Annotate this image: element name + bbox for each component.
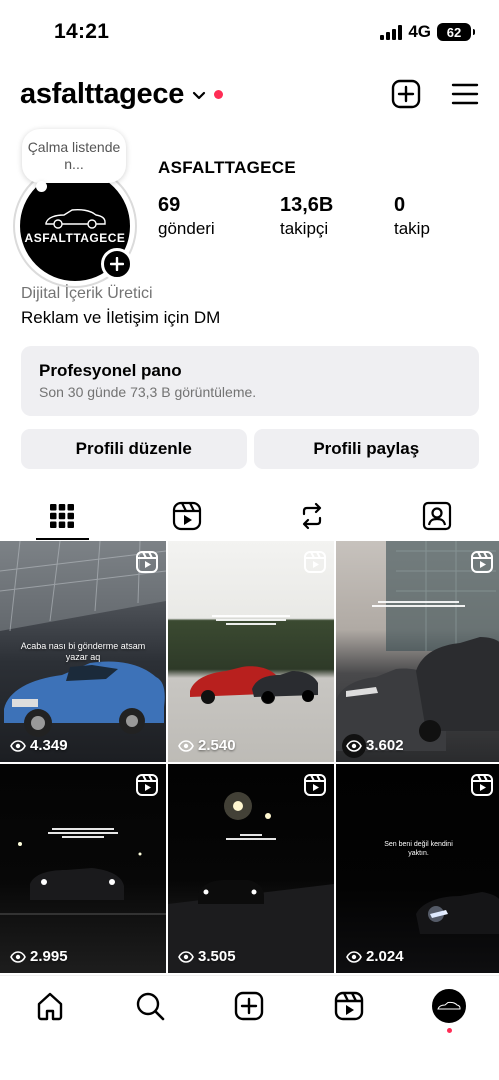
followers-count: 13,6B — [280, 194, 334, 216]
post-views: 2.540 — [178, 737, 236, 754]
professional-dashboard[interactable]: Profesyonel pano Son 30 günde 73,3 B gör… — [21, 346, 479, 416]
car-logo-icon — [45, 208, 106, 229]
bottom-nav — [0, 975, 499, 1035]
battery-level: 62 — [446, 24, 462, 40]
grid-icon — [50, 504, 75, 528]
views-count: 3.505 — [198, 948, 236, 965]
dashboard-subtitle: Son 30 günde 73,3 B görüntüleme. — [39, 384, 257, 400]
tab-reposts[interactable] — [250, 492, 375, 540]
post-views: 3.505 — [178, 948, 236, 965]
tab-tagged[interactable] — [374, 492, 499, 540]
post-overlay-text: Acaba nası bi gönderme atsam yazar aq — [20, 641, 146, 662]
views-count: 2.995 — [30, 948, 68, 965]
post-views: 4.349 — [10, 737, 68, 754]
share-profile-button[interactable]: Profili paylaş — [253, 429, 479, 469]
profile-bio: Reklam ve İletişim için DM — [21, 308, 221, 327]
post-photo-red-car — [190, 666, 318, 704]
posts-count: 69 — [158, 194, 181, 216]
reel-badge-icon — [136, 774, 158, 796]
post-views: 2.024 — [346, 948, 404, 965]
following-count: 0 — [394, 194, 406, 216]
nav-create[interactable] — [200, 976, 300, 1035]
post-photo-grey-cars — [336, 541, 499, 758]
profile-category: Dijital İçerik Üretici — [21, 285, 153, 302]
tab-reels[interactable] — [125, 492, 250, 540]
post-overlay-small-text — [336, 599, 499, 609]
eye-icon — [346, 739, 362, 752]
profile-actions: Profili düzenle Profili paylaş — [21, 429, 479, 469]
posts-grid: Acaba nası bi gönderme atsam yazar aq 4.… — [0, 541, 499, 973]
status-bar: 14:21 4G 62 — [0, 0, 499, 64]
avatar-logo-text: ASFALTTAGECE — [24, 231, 126, 245]
posts-label: gönderi — [158, 219, 215, 238]
eye-icon — [178, 950, 194, 963]
grid-post-6[interactable]: Sen beni değil kendini yaktın. 2.024 — [336, 764, 499, 973]
views-count: 3.602 — [366, 737, 404, 754]
notification-dot — [447, 1028, 453, 1033]
post-views: 2.995 — [10, 948, 68, 965]
following-stat[interactable]: 0 takip — [394, 194, 430, 239]
hamburger-menu-icon[interactable] — [451, 82, 479, 106]
tab-posts[interactable] — [0, 492, 125, 540]
dashboard-title: Profesyonel pano — [39, 361, 182, 380]
views-count: 4.349 — [30, 737, 68, 754]
create-icon — [235, 991, 264, 1020]
signal-icon — [380, 24, 403, 40]
grid-post-1[interactable]: Acaba nası bi gönderme atsam yazar aq 4.… — [0, 541, 166, 762]
battery-icon: 62 — [437, 23, 475, 41]
views-count: 2.540 — [198, 737, 236, 754]
followers-stat[interactable]: 13,6B takipçi — [280, 194, 333, 239]
grid-post-5[interactable]: 3.505 — [168, 764, 334, 973]
nav-search[interactable] — [100, 976, 200, 1035]
grid-post-2[interactable]: 2.540 — [168, 541, 334, 762]
eye-icon — [346, 950, 362, 963]
grid-post-3[interactable]: 3.602 — [336, 541, 499, 762]
search-icon — [136, 992, 164, 1020]
note-bubble[interactable]: Çalma listende n... — [22, 129, 126, 192]
post-overlay-small-text — [168, 832, 334, 842]
profile-avatar-small — [432, 988, 467, 1023]
edit-profile-button[interactable]: Profili düzenle — [21, 429, 247, 469]
network-label: 4G — [408, 22, 431, 41]
nav-reels[interactable] — [299, 976, 399, 1035]
reel-badge-icon — [304, 774, 326, 796]
reel-badge-icon — [471, 551, 493, 573]
reel-badge-icon — [471, 774, 493, 796]
username-switcher[interactable]: asfalttagece — [20, 78, 184, 111]
status-right: 4G 62 — [380, 22, 475, 42]
eye-icon — [178, 739, 194, 752]
notification-dot — [214, 89, 224, 99]
reel-badge-icon — [304, 551, 326, 573]
post-views: 3.602 — [346, 737, 404, 754]
plus-square-icon[interactable] — [391, 79, 421, 109]
nav-profile[interactable] — [399, 976, 499, 1035]
repost-icon — [302, 502, 321, 530]
display-name: ASFALTTAGECE — [158, 158, 297, 177]
chevron-down-icon[interactable] — [192, 91, 206, 101]
post-overlay-small-text — [168, 613, 334, 627]
post-overlay-small-text — [0, 826, 166, 840]
status-time: 14:21 — [54, 20, 110, 43]
following-label: takip — [394, 219, 430, 238]
reels-icon — [335, 991, 364, 1020]
tagged-icon — [422, 501, 451, 531]
home-icon — [37, 992, 63, 1020]
views-count: 2.024 — [366, 948, 404, 965]
profile-tabs — [0, 492, 499, 540]
profile-stats: 69 gönderi 13,6B takipçi 0 takip — [158, 194, 478, 244]
nav-home[interactable] — [0, 976, 100, 1035]
post-overlay-text: Sen beni değil kendini yaktın. — [384, 841, 453, 857]
posts-stat[interactable]: 69 gönderi — [158, 194, 215, 239]
grid-post-4[interactable]: 2.995 — [0, 764, 166, 973]
plus-icon — [110, 257, 124, 271]
eye-icon — [10, 950, 26, 963]
followers-label: takipçi — [280, 219, 329, 238]
reels-icon — [173, 501, 202, 531]
reel-badge-icon — [136, 551, 158, 573]
car-logo-icon — [437, 1001, 461, 1009]
profile-header: asfalttagece — [20, 72, 479, 116]
eye-icon — [10, 739, 26, 752]
add-story-button[interactable] — [101, 248, 133, 280]
